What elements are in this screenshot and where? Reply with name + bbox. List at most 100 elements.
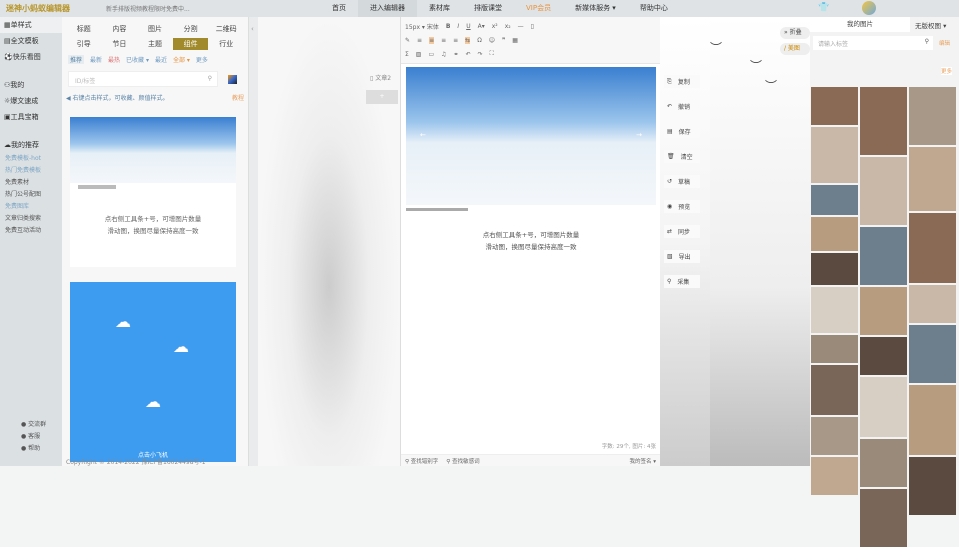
cat-theme[interactable]: 主题 bbox=[137, 38, 173, 50]
filter-recommend[interactable]: 推荐 bbox=[68, 55, 85, 64]
avatar[interactable] bbox=[862, 1, 876, 15]
help-link[interactable]: ● 帮助 bbox=[16, 443, 46, 455]
sigma-icon[interactable]: Σ bbox=[405, 51, 409, 58]
cat-image[interactable]: 图片 bbox=[137, 23, 173, 35]
carousel-image[interactable]: ← → bbox=[406, 67, 656, 205]
table-icon[interactable]: ▦ bbox=[512, 37, 518, 44]
format-button[interactable]: ⇆ bbox=[465, 36, 471, 44]
customer-service-link[interactable]: ● 客服 bbox=[16, 431, 46, 443]
filter-all[interactable]: 全部 ▾ bbox=[173, 55, 190, 64]
cat-qrcode[interactable]: 二维码 bbox=[208, 23, 244, 35]
sidebar-item-mine[interactable]: ⚇ 我的 bbox=[0, 77, 62, 93]
undo-button[interactable]: ↶ 撤销 bbox=[664, 100, 700, 113]
filter-hot[interactable]: 最热 bbox=[108, 55, 120, 64]
sub-free-gallery[interactable]: 免费图库 bbox=[0, 201, 62, 213]
image-thumbnail[interactable] bbox=[811, 457, 858, 495]
nav-home[interactable]: 首页 bbox=[320, 0, 358, 17]
notice[interactable]: 新手排版视频教程限时免费中... bbox=[106, 4, 306, 13]
cat-divider[interactable]: 分割 bbox=[173, 23, 209, 35]
doc-tab[interactable]: ▯ 文章2 bbox=[370, 73, 391, 82]
justify-button[interactable]: ≡ bbox=[453, 37, 458, 44]
image-thumbnail[interactable] bbox=[811, 335, 858, 363]
sidebar-item-viral[interactable]: ☼ 爆文速成 bbox=[0, 93, 62, 109]
shirt-icon[interactable]: 👕 bbox=[818, 3, 829, 13]
sub-article-search[interactable]: 文章归类搜索 bbox=[0, 213, 62, 225]
sync-button[interactable]: ⇄ 同步 bbox=[664, 225, 700, 238]
music-icon[interactable]: ♫ bbox=[441, 51, 446, 58]
arrow-right-icon[interactable]: → bbox=[636, 131, 642, 139]
italic-button[interactable]: I bbox=[457, 23, 459, 30]
color-picker-icon[interactable] bbox=[228, 75, 237, 84]
beautify-button[interactable]: / 美图 bbox=[780, 43, 810, 55]
carousel-scrollbar[interactable] bbox=[78, 185, 116, 189]
sidebar-item-full[interactable]: ▤ 全文模板 bbox=[0, 33, 62, 49]
more-link[interactable]: 更多 bbox=[941, 67, 953, 75]
image-thumbnail[interactable] bbox=[860, 377, 907, 437]
template-search-input[interactable]: ID/标签 ⚲ bbox=[68, 71, 218, 87]
align-left-button[interactable]: ≡ bbox=[417, 37, 422, 44]
search-icon[interactable]: ⚲ bbox=[208, 75, 212, 82]
quote-icon[interactable]: ❞ bbox=[502, 37, 505, 44]
image-thumbnail[interactable] bbox=[811, 127, 858, 183]
signature-select[interactable]: 我的签名 ▾ bbox=[629, 457, 656, 465]
video-icon[interactable]: ▭ bbox=[428, 51, 434, 58]
image-thumbnail[interactable] bbox=[811, 287, 858, 333]
image-tag-search[interactable]: 请输入标签 ⚲ bbox=[813, 36, 933, 50]
add-doc-button[interactable]: + bbox=[366, 90, 398, 104]
sub-free-materials[interactable]: 免费素材 bbox=[0, 177, 62, 189]
brush-icon[interactable]: ✎ bbox=[405, 37, 410, 44]
image-thumbnail[interactable] bbox=[860, 157, 907, 225]
collapse-button[interactable]: » 折叠 bbox=[780, 27, 810, 39]
underline-button[interactable]: U bbox=[466, 23, 470, 30]
image-thumbnail[interactable] bbox=[811, 365, 858, 415]
cat-industry[interactable]: 行业 bbox=[208, 38, 244, 50]
superscript-button[interactable]: x² bbox=[492, 23, 498, 30]
copy-button[interactable]: ⎘ 复制 bbox=[664, 75, 700, 88]
editor-text[interactable]: 点右侧工具条+号，可增图片数量 bbox=[401, 229, 661, 241]
image-thumbnail[interactable] bbox=[909, 147, 956, 211]
undo-icon[interactable]: ↶ bbox=[466, 51, 471, 58]
link-icon[interactable]: ⚭ bbox=[454, 51, 459, 58]
sub-free-templates-hot[interactable]: 免费模板-hot bbox=[0, 153, 62, 165]
subscript-button[interactable]: x₂ bbox=[505, 23, 511, 30]
edit-link[interactable]: 编辑 bbox=[939, 39, 950, 47]
preview-button[interactable]: ◉ 预览 bbox=[664, 200, 700, 213]
nav-services[interactable]: 新媒体服务 ▾ bbox=[563, 0, 628, 17]
collect-button[interactable]: ⚲ 采集 bbox=[664, 275, 700, 288]
template-card-plane[interactable]: ☁ ☁ ☁ 点击小飞机 bbox=[70, 282, 236, 462]
sub-hot-free-templates[interactable]: 热门免费模板 bbox=[0, 165, 62, 177]
chat-group-link[interactable]: ● 交流群 bbox=[16, 419, 46, 431]
carousel-scrollbar[interactable] bbox=[406, 208, 468, 211]
font-color-button[interactable]: A▾ bbox=[478, 23, 485, 30]
image-thumbnail[interactable] bbox=[909, 325, 956, 383]
bold-button[interactable]: B bbox=[446, 23, 451, 30]
nav-class[interactable]: 排版课堂 bbox=[462, 0, 514, 17]
image-thumbnail[interactable] bbox=[860, 439, 907, 487]
copyright-free-dropdown[interactable]: 无版权图 ▾ bbox=[910, 20, 946, 30]
save-button[interactable]: ▤ 保存 bbox=[664, 125, 700, 138]
cat-holiday[interactable]: 节日 bbox=[102, 38, 138, 50]
sidebar-item-tools[interactable]: ▣ 工具宝箱 bbox=[0, 109, 62, 125]
image-thumbnail[interactable] bbox=[811, 185, 858, 215]
page-icon[interactable]: ▯ bbox=[531, 23, 534, 30]
image-thumbnail[interactable] bbox=[860, 337, 907, 375]
nav-vip[interactable]: VIP会员 bbox=[514, 0, 563, 17]
image-thumbnail[interactable] bbox=[909, 213, 956, 283]
draft-button[interactable]: ↺ 草稿 bbox=[664, 175, 700, 188]
nav-help[interactable]: 帮助中心 bbox=[628, 0, 680, 17]
logo[interactable]: 迷神小蚂蚁编辑器 bbox=[6, 3, 106, 14]
cat-guide[interactable]: 引导 bbox=[66, 38, 102, 50]
chevron-left-icon[interactable]: ‹ bbox=[251, 25, 254, 33]
sub-free-events[interactable]: 免费互动活动 bbox=[0, 225, 62, 237]
arrow-left-icon[interactable]: ← bbox=[420, 131, 426, 139]
filter-favorites[interactable]: 已收藏 ▾ bbox=[126, 55, 149, 64]
image-thumbnail[interactable] bbox=[860, 87, 907, 155]
image-thumbnail[interactable] bbox=[811, 217, 858, 251]
filter-recent[interactable]: 最近 bbox=[155, 55, 167, 64]
image-thumbnail[interactable] bbox=[811, 87, 858, 125]
font-select[interactable]: 15px ▾ 宋体 bbox=[405, 22, 439, 31]
omega-icon[interactable]: Ω bbox=[477, 37, 482, 44]
cat-component[interactable]: 组件 bbox=[172, 38, 209, 50]
redo-icon[interactable]: ↷ bbox=[478, 51, 483, 58]
sub-hot-images[interactable]: 热门公号配图 bbox=[0, 189, 62, 201]
